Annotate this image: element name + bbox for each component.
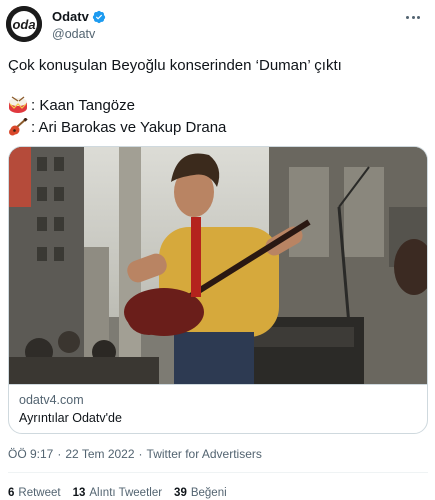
tweet-header: oda Odatv @odatv: [6, 6, 429, 46]
card-image[interactable]: [9, 147, 427, 384]
quotes-stat[interactable]: 13 Alıntı Tweetler: [73, 487, 162, 499]
drum-icon: [9, 96, 27, 113]
tweet-time[interactable]: ÖÖ 9:17: [8, 447, 53, 461]
svg-text:oda: oda: [12, 17, 35, 32]
quotes-label: Alıntı Tweetler: [89, 487, 163, 499]
tweet-date[interactable]: 22 Tem 2022: [65, 447, 134, 461]
tweet-meta: ÖÖ 9:17 · 22 Tem 2022 · Twitter for Adve…: [8, 447, 262, 461]
more-icon[interactable]: [403, 10, 423, 24]
divider: [8, 472, 428, 473]
tweet-source[interactable]: Twitter for Advertisers: [147, 447, 262, 461]
likes-count: 39: [174, 487, 187, 499]
verified-badge-icon: [92, 10, 105, 23]
avatar[interactable]: oda: [6, 6, 42, 42]
meta-separator: ·: [57, 447, 62, 461]
likes-stat[interactable]: 39 Beğeni: [174, 487, 227, 499]
display-name[interactable]: Odatv: [52, 9, 89, 24]
guitar-icon: [9, 118, 28, 136]
card-domain: odatv4.com: [19, 393, 84, 407]
tweet-stats: 6 Retweet 13 Alıntı Tweetler 39 Beğeni: [8, 487, 227, 499]
link-card[interactable]: odatv4.com Ayrıntılar Odatv'de: [8, 146, 428, 434]
likes-label: Beğeni: [190, 487, 227, 499]
tweet-line-drum-text: : Kaan Tangöze: [31, 96, 135, 114]
name-row: Odatv: [52, 9, 106, 24]
handle[interactable]: @odatv: [52, 27, 95, 41]
card-info[interactable]: odatv4.com Ayrıntılar Odatv'de: [9, 384, 427, 433]
meta-separator: ·: [138, 447, 143, 461]
odatv-logo-icon: oda: [6, 6, 42, 42]
concert-photo: [9, 147, 427, 384]
retweets-label: Retweet: [18, 487, 61, 499]
retweets-count: 6: [8, 487, 15, 499]
tweet-line-guitar: : Ari Barokas ve Yakup Drana: [8, 118, 226, 136]
tweet-line-guitar-text: : Ari Barokas ve Yakup Drana: [31, 118, 227, 136]
card-title: Ayrıntılar Odatv'de: [19, 411, 122, 425]
retweets-stat[interactable]: 6 Retweet: [8, 487, 61, 499]
tweet-text: Çok konuşulan Beyoğlu konserinden ‘Duman…: [8, 57, 342, 74]
tweet-line-drum: : Kaan Tangöze: [8, 96, 135, 114]
quotes-count: 13: [72, 487, 86, 499]
